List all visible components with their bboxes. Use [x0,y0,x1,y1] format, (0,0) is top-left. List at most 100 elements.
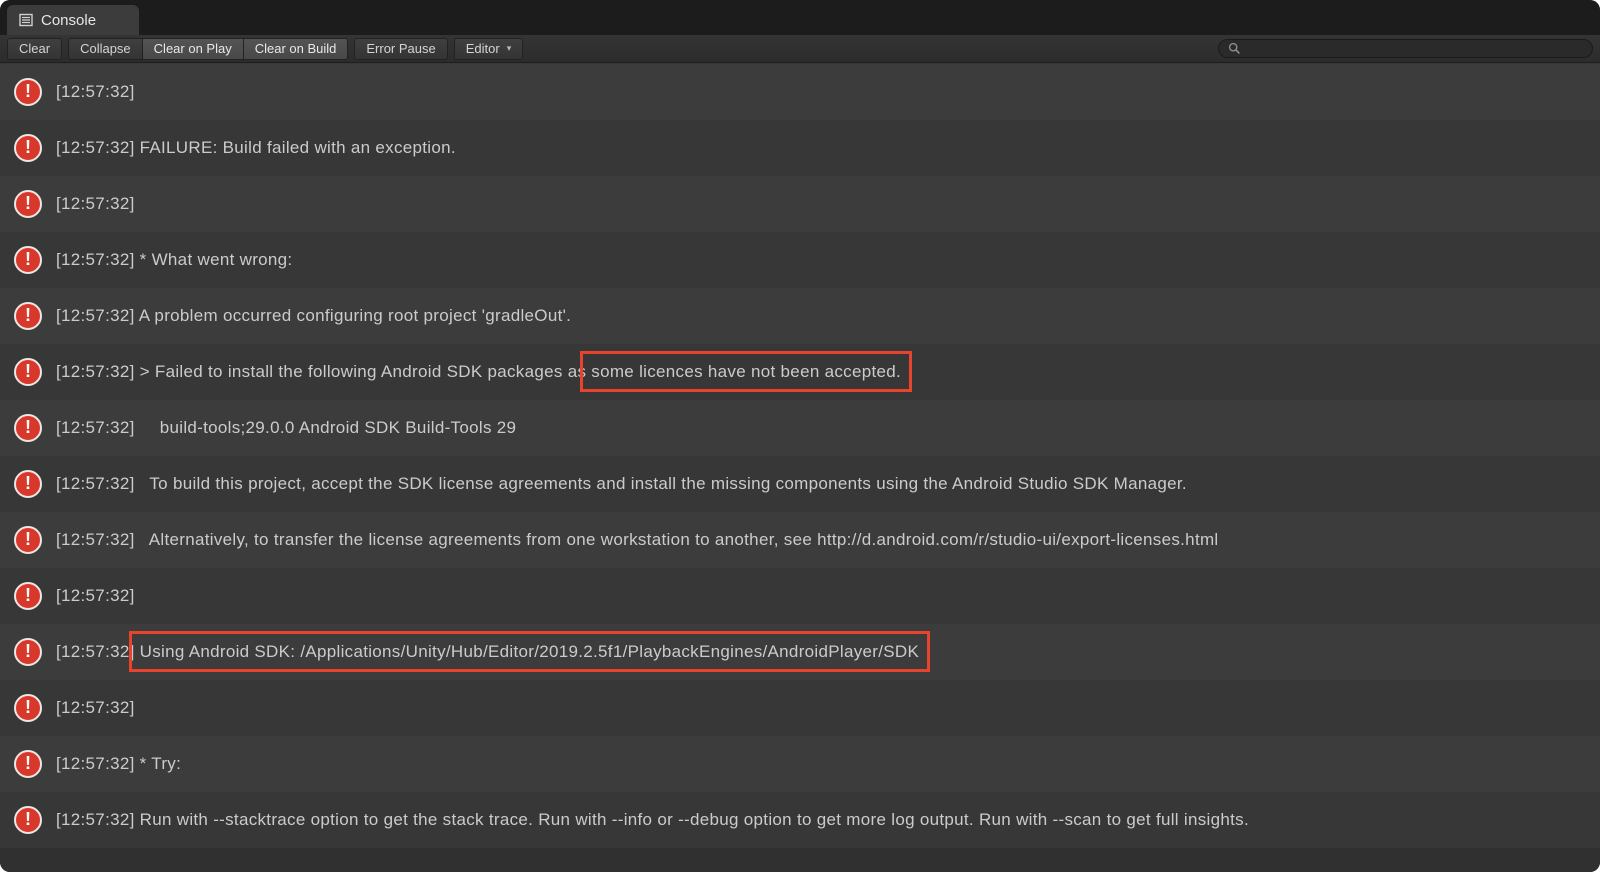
log-text-pre: * Try: [135,754,182,773]
log-entry[interactable]: ! [12:57:32] build-tools;29.0.0 Android S… [0,400,1600,456]
log-message: [12:57:32] * What went wrong: [56,250,292,270]
search-field[interactable] [1218,39,1593,58]
log-entry[interactable]: ! [12:57:32] A problem occurred configuri… [0,288,1600,344]
log-timestamp: [12:57:32] [56,138,135,157]
log-text-highlighted: some licences have not been accepted. [591,362,901,381]
error-icon: ! [14,526,42,554]
log-timestamp: [12:57:32] [56,754,135,773]
exclamation-glyph: ! [25,82,31,100]
exclamation-glyph: ! [25,362,31,380]
log-message: [12:57:32] build-tools;29.0.0 Android SD… [56,418,516,438]
toolbar-button-label: Clear [19,41,50,56]
log-entry[interactable]: ! [12:57:32] To build this project, accep… [0,456,1600,512]
toolbar-button-collapse[interactable]: Collapse [68,38,142,60]
toolbar-button-label: Error Pause [366,41,435,56]
chevron-down-icon: ▾ [507,44,512,53]
toolbar-button-label: Clear on Build [255,41,337,56]
log-message: [12:57:32] * Try: [56,754,181,774]
toolbar-button-group: Clear Collapse Clear on Play Clear on Build… [7,38,523,60]
toolbar-button-label: Editor [466,41,500,56]
log-timestamp: [12:57:32] [56,474,135,493]
exclamation-glyph: ! [25,642,31,660]
log-entry[interactable]: ! [12:57:32] [0,568,1600,624]
log-timestamp: [12:57:32] [56,250,135,269]
log-timestamp: [12:57:32] [56,642,135,661]
search-icon [1228,42,1241,55]
error-icon: ! [14,246,42,274]
log-text-pre: Run with --stacktrace option to get the … [135,810,1249,829]
log-entry[interactable]: ! [12:57:32] Run with --stacktrace option… [0,792,1600,848]
toolbar-button-clear-on-play[interactable]: Clear on Play [142,38,243,60]
toolbar-button-label: Collapse [80,41,131,56]
log-message: [12:57:32] Using Android SDK: /Applicati… [56,642,919,662]
log-entry[interactable]: ! [12:57:32] [0,64,1600,120]
log-timestamp: [12:57:32] [56,418,135,437]
toolbar-button-label: Clear on Play [154,41,232,56]
log-entry[interactable]: ! [12:57:32] [0,680,1600,736]
log-text-pre: * What went wrong: [135,250,293,269]
log-entry[interactable]: ! [12:57:32] Alternatively, to transfer t… [0,512,1600,568]
log-text-pre: Alternatively, to transfer the license a… [135,530,1219,549]
exclamation-glyph: ! [25,138,31,156]
console-log-list: ! [12:57:32]! [12:57:32] FAILURE: Build fa… [0,64,1600,872]
error-icon: ! [14,750,42,778]
log-entry[interactable]: ! [12:57:32] FAILURE: Build failed with a… [0,120,1600,176]
log-entry[interactable]: ! [12:57:32] * Try: [0,736,1600,792]
console-titlebar: Console [0,0,1600,35]
log-entry[interactable]: ! [12:57:32] [0,176,1600,232]
toolbar-button-clear-on-build[interactable]: Clear on Build [243,38,349,60]
log-text-pre: A problem occurred configuring root proj… [135,306,572,325]
log-message: [12:57:32] > Failed to install the follo… [56,362,901,382]
log-message: [12:57:32] [56,82,135,102]
log-text-pre: build-tools;29.0.0 Android SDK Build-Too… [135,418,517,437]
log-timestamp: [12:57:32] [56,82,135,101]
log-text-pre: > Failed to install the following Androi… [135,362,592,381]
log-timestamp: [12:57:32] [56,586,135,605]
error-icon: ! [14,414,42,442]
tab-console-label: Console [41,12,96,29]
log-message: [12:57:32] To build this project, accept… [56,474,1187,494]
log-entry[interactable]: ! [12:57:32] * What went wrong: [0,232,1600,288]
error-icon: ! [14,190,42,218]
console-toolbar: Clear Collapse Clear on Play Clear on Build… [0,35,1600,63]
error-icon: ! [14,638,42,666]
log-message: [12:57:32] A problem occurred configurin… [56,306,571,326]
search-input[interactable] [1246,42,1583,56]
log-entry[interactable]: ! [12:57:32] > Failed to install the foll… [0,344,1600,400]
exclamation-glyph: ! [25,474,31,492]
log-timestamp: [12:57:32] [56,530,135,549]
error-icon: ! [14,78,42,106]
console-lines-icon [19,13,33,27]
log-timestamp: [12:57:32] [56,306,135,325]
log-message: [12:57:32] Alternatively, to transfer th… [56,530,1219,550]
exclamation-glyph: ! [25,698,31,716]
exclamation-glyph: ! [25,194,31,212]
log-text-pre: FAILURE: Build failed with an exception. [135,138,456,157]
log-text-pre [135,642,140,661]
log-message: [12:57:32] [56,698,135,718]
exclamation-glyph: ! [25,754,31,772]
exclamation-glyph: ! [25,530,31,548]
toolbar-button-editor[interactable]: Editor ▾ [454,38,524,60]
log-message: [12:57:32] [56,586,135,606]
exclamation-glyph: ! [25,586,31,604]
exclamation-glyph: ! [25,810,31,828]
tab-console[interactable]: Console [7,5,139,35]
error-icon: ! [14,358,42,386]
error-icon: ! [14,582,42,610]
log-message: [12:57:32] FAILURE: Build failed with an… [56,138,456,158]
toolbar-button-error-pause[interactable]: Error Pause [354,38,447,60]
toolbar-button-clear[interactable]: Clear [7,38,62,60]
error-icon: ! [14,806,42,834]
error-icon: ! [14,302,42,330]
log-timestamp: [12:57:32] [56,810,135,829]
error-icon: ! [14,694,42,722]
log-text-highlighted: Using Android SDK: /Applications/Unity/H… [140,642,919,661]
log-message: [12:57:32] [56,194,135,214]
log-entry[interactable]: ! [12:57:32] Using Android SDK: /Applicat… [0,624,1600,680]
exclamation-glyph: ! [25,306,31,324]
error-icon: ! [14,134,42,162]
exclamation-glyph: ! [25,250,31,268]
log-message: [12:57:32] Run with --stacktrace option … [56,810,1249,830]
error-icon: ! [14,470,42,498]
